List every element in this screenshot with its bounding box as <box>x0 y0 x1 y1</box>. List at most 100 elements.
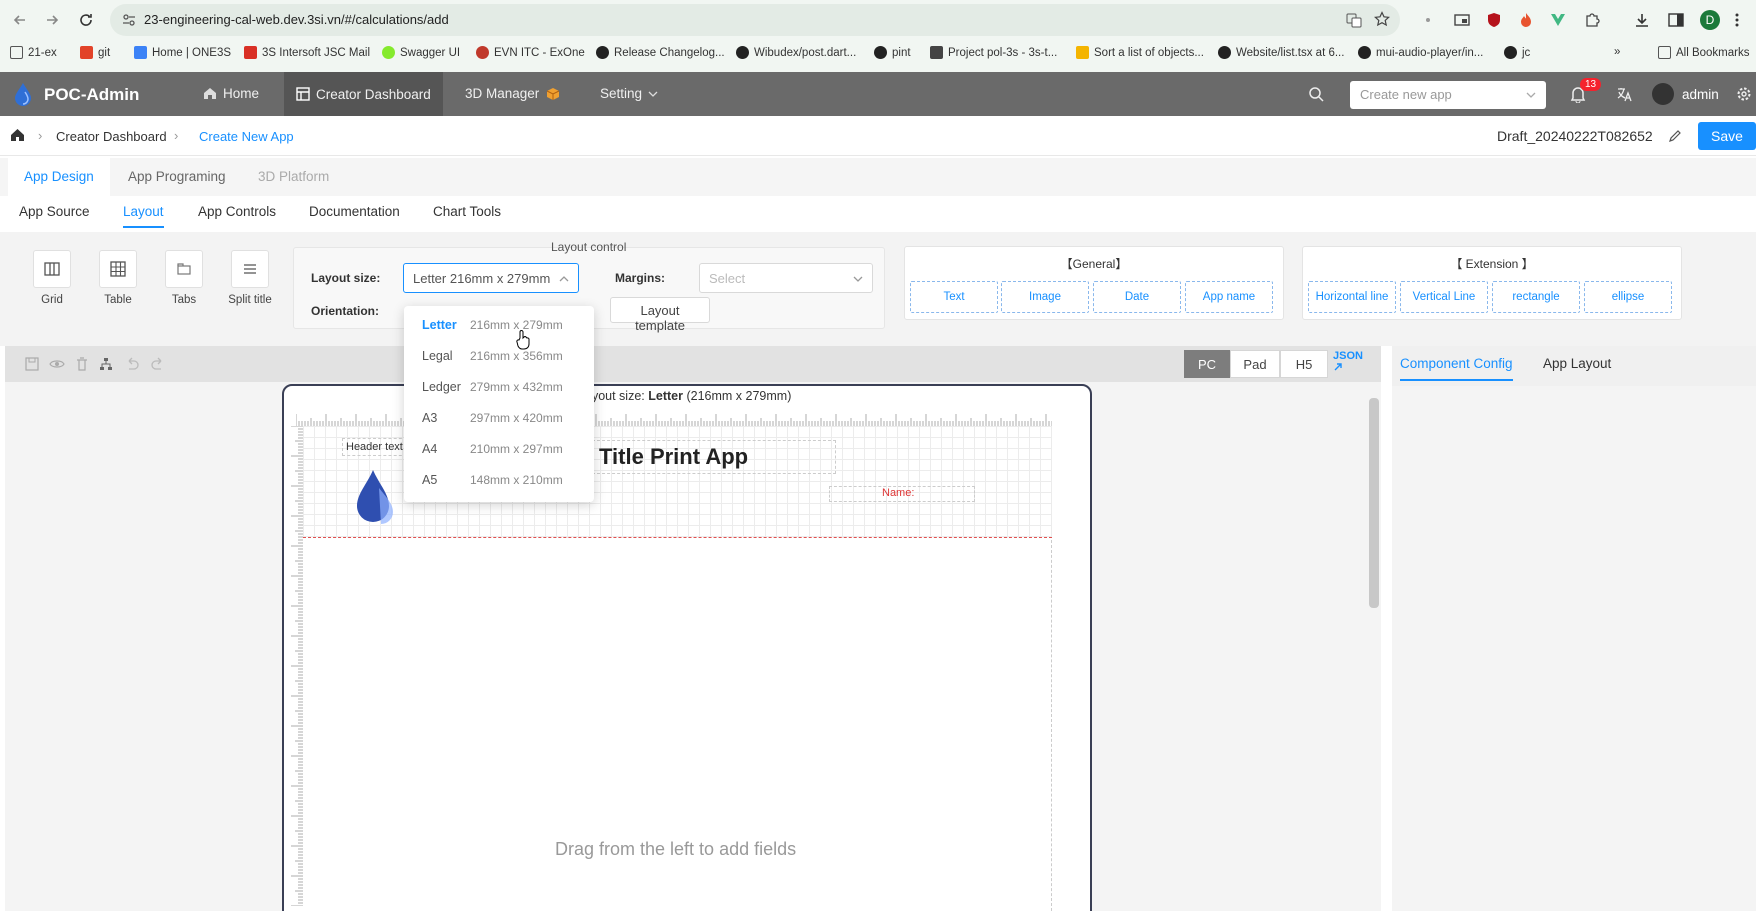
translate-icon[interactable] <box>1346 12 1362 28</box>
mode-pc-button[interactable]: PC <box>1184 350 1230 378</box>
bookmark-item[interactable]: Release Changelog... <box>596 46 725 59</box>
bookmark-item[interactable]: mui-audio-player/in... <box>1358 46 1483 59</box>
all-bookmarks[interactable]: All Bookmarks <box>1658 46 1750 59</box>
bookmark-item[interactable]: 3S Intersoft JSC Mail <box>244 46 370 59</box>
bookmark-item[interactable]: EVN ITC - ExOne <box>476 46 585 59</box>
option-legal[interactable]: Legal 216mm x 356mm <box>404 341 594 371</box>
reload-icon[interactable] <box>76 10 96 30</box>
bookmark-item[interactable]: Sort a list of objects... <box>1076 46 1204 59</box>
tab-app-programing[interactable]: App Programing <box>112 158 242 196</box>
header-divider-line <box>303 537 1052 538</box>
bookmark-item[interactable]: 21-ex <box>10 46 57 59</box>
username[interactable]: admin <box>1682 87 1719 102</box>
tab-app-design[interactable]: App Design <box>8 158 110 196</box>
horizontal-line-button[interactable]: Horizontal line <box>1308 281 1396 313</box>
tab-app-layout[interactable]: App Layout <box>1543 356 1611 371</box>
language-icon[interactable] <box>1616 86 1632 102</box>
vertical-line-button[interactable]: Vertical Line <box>1400 281 1488 313</box>
rectangle-button[interactable]: rectangle <box>1492 281 1580 313</box>
mode-h5-button[interactable]: H5 <box>1280 350 1328 378</box>
picture-in-picture-icon[interactable] <box>1454 12 1470 28</box>
layout-size-dropdown: Letter 216mm x 279mm Legal 216mm x 356mm L… <box>404 306 594 502</box>
profile-avatar[interactable]: D <box>1700 10 1720 30</box>
redo-icon[interactable] <box>151 357 165 371</box>
bookmark-item[interactable]: git <box>80 46 110 59</box>
general-title: 【General】 <box>1060 257 1128 271</box>
delete-icon[interactable] <box>75 357 89 371</box>
tab-layout[interactable]: Layout <box>123 204 164 228</box>
header-text-field[interactable]: Header text <box>342 438 407 456</box>
nav-setting[interactable]: Setting <box>600 86 658 101</box>
general-app-name-button[interactable]: App name <box>1185 281 1273 313</box>
tool-tabs[interactable]: Tabs <box>156 250 212 306</box>
brand-name[interactable]: POC-Admin <box>44 85 139 105</box>
bookmark-item[interactable]: Home | ONE3S <box>134 46 231 59</box>
avatar[interactable] <box>1652 83 1674 105</box>
option-a3[interactable]: A3 297mm x 420mm <box>404 403 594 433</box>
tab-3d-platform[interactable]: 3D Platform <box>242 158 345 196</box>
tab-component-config[interactable]: Component Config <box>1400 356 1513 381</box>
option-a4[interactable]: A4 210mm x 297mm <box>404 434 594 464</box>
bookmark-item[interactable]: Swagger UI <box>382 46 460 59</box>
bookmark-star-icon[interactable] <box>1374 11 1390 27</box>
preview-eye-icon[interactable] <box>49 357 65 371</box>
mode-pad-button[interactable]: Pad <box>1230 350 1280 378</box>
layout-size-select[interactable]: Letter 216mm x 279mm <box>403 263 579 293</box>
option-ledger[interactable]: Ledger 279mm x 432mm <box>404 372 594 402</box>
option-a5[interactable]: A5 148mm x 210mm <box>404 465 594 495</box>
fire-extension-icon[interactable] <box>1518 12 1534 28</box>
tab-chart-tools[interactable]: Chart Tools <box>433 204 501 219</box>
extensions-puzzle-icon[interactable] <box>1584 12 1600 28</box>
bookmark-item[interactable]: Website/list.tsx at 6... <box>1218 46 1344 59</box>
tab-app-controls[interactable]: App Controls <box>198 204 276 219</box>
tree-structure-icon[interactable] <box>99 357 113 371</box>
tab-documentation[interactable]: Documentation <box>309 204 400 219</box>
url-bar[interactable]: 23-engineering-cal-web.dev.3si.vn/#/calc… <box>110 4 1400 36</box>
bookmark-item[interactable]: Wibudex/post.dart... <box>736 46 856 59</box>
vue-devtools-icon[interactable] <box>1550 12 1566 28</box>
ublock-icon[interactable] <box>1486 12 1502 28</box>
save-icon[interactable] <box>25 357 39 371</box>
browser-menu-icon[interactable] <box>1734 12 1740 28</box>
tab-app-source[interactable]: App Source <box>19 204 90 219</box>
site-info-icon[interactable] <box>122 13 136 27</box>
gear-icon[interactable] <box>1736 86 1752 102</box>
home-icon[interactable] <box>10 128 25 142</box>
bookmark-item[interactable]: jc <box>1504 46 1530 59</box>
nav-creator-dashboard[interactable]: Creator Dashboard <box>284 72 443 116</box>
canvas-scrollbar[interactable] <box>1369 398 1379 608</box>
nav-home[interactable]: Home <box>203 86 259 101</box>
option-letter[interactable]: Letter 216mm x 279mm <box>404 310 594 340</box>
save-button[interactable]: Save <box>1698 122 1756 150</box>
edit-pencil-icon[interactable] <box>1668 129 1682 143</box>
tool-grid[interactable]: Grid <box>24 250 80 306</box>
nav-3d-manager[interactable]: 3D Manager <box>465 86 561 101</box>
brand-logo-icon[interactable] <box>12 82 34 106</box>
general-text-button[interactable]: Text <box>910 281 998 313</box>
logo-drop-icon[interactable] <box>351 468 399 526</box>
tabs-icon <box>165 250 203 288</box>
bookmark-item[interactable]: pint <box>874 46 911 59</box>
ellipse-button[interactable]: ellipse <box>1584 281 1672 313</box>
layout-template-button[interactable]: Layout template <box>610 297 710 333</box>
breadcrumb-creator-dashboard[interactable]: Creator Dashboard <box>56 129 167 144</box>
url-text[interactable]: 23-engineering-cal-web.dev.3si.vn/#/calc… <box>144 12 449 27</box>
tool-split-title[interactable]: Split title <box>222 250 278 306</box>
side-panel-icon[interactable] <box>1668 12 1684 28</box>
name-field[interactable]: Name: <box>829 486 975 502</box>
download-icon[interactable] <box>1634 12 1650 28</box>
json-export-button[interactable]: JSON <box>1333 351 1363 372</box>
forward-icon[interactable] <box>42 10 62 30</box>
undo-icon[interactable] <box>125 357 139 371</box>
general-image-button[interactable]: Image <box>1001 281 1089 313</box>
general-date-button[interactable]: Date <box>1093 281 1181 313</box>
more-bookmarks-chevron-icon[interactable]: » <box>1614 46 1620 58</box>
create-new-app-select[interactable]: Create new app <box>1350 81 1546 109</box>
search-icon[interactable] <box>1308 86 1324 102</box>
tool-table[interactable]: Table <box>90 250 146 306</box>
extension-icon[interactable] <box>1420 12 1436 28</box>
title-field[interactable]: Title Print App <box>592 440 836 474</box>
back-icon[interactable] <box>10 10 30 30</box>
margins-select[interactable]: Select <box>699 263 873 293</box>
bookmark-item[interactable]: Project pol-3s - 3s-t... <box>930 46 1057 59</box>
